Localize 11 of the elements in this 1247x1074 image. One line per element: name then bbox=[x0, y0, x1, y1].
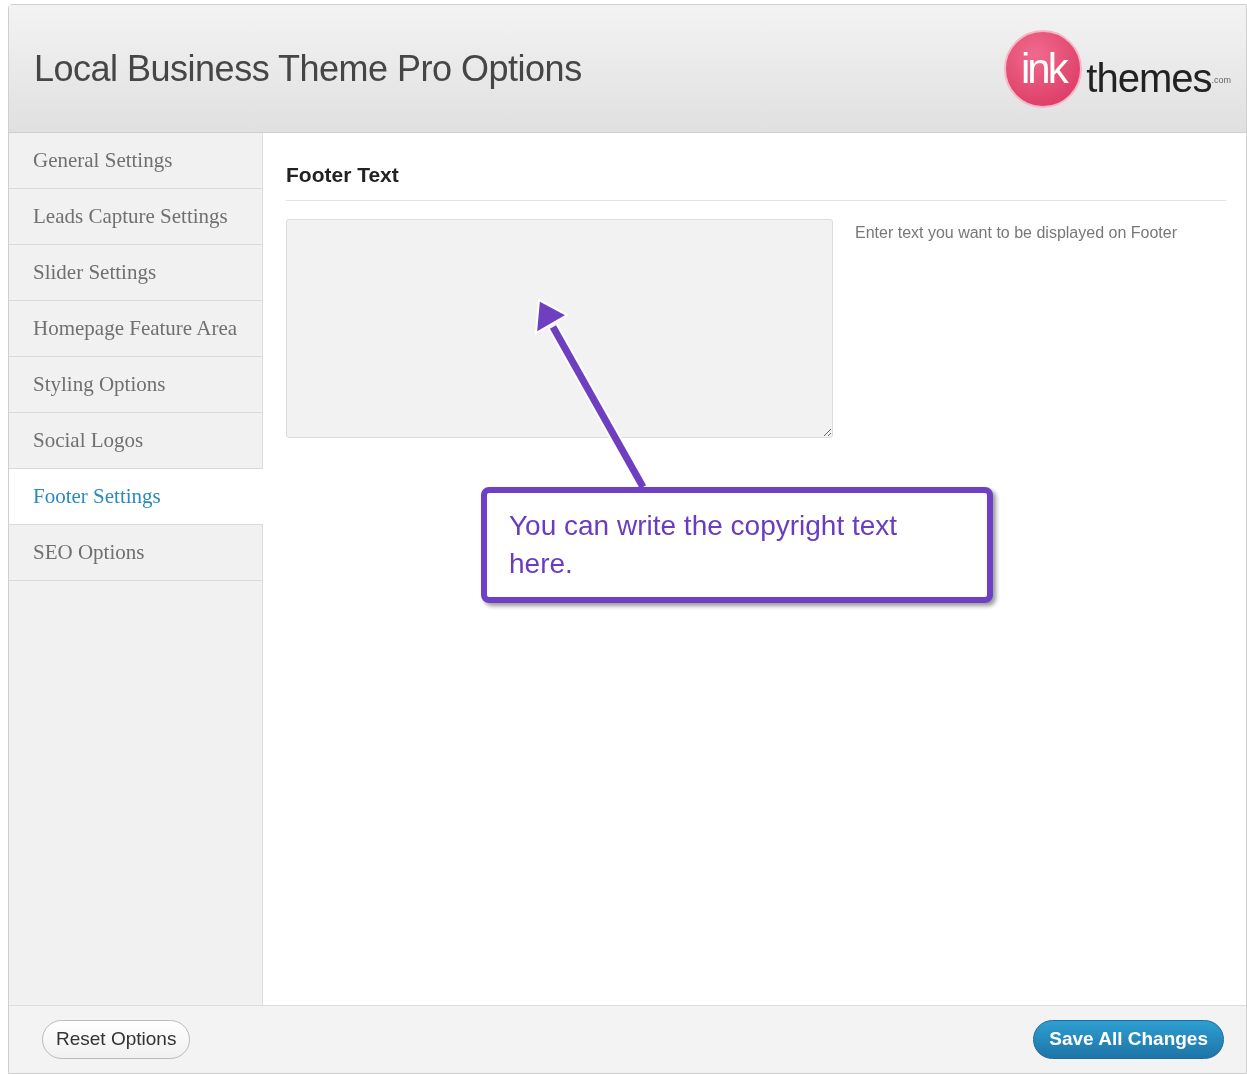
logo-badge: ink bbox=[1004, 29, 1083, 108]
logo-wordmark: themes bbox=[1086, 54, 1212, 102]
sidebar-item[interactable]: Footer Settings bbox=[9, 469, 263, 525]
page-title: Local Business Theme Pro Options bbox=[34, 46, 582, 91]
help-text: Enter text you want to be displayed on Footer bbox=[855, 222, 1177, 243]
footer-text-field[interactable] bbox=[286, 218, 833, 438]
save-all-changes-button[interactable]: Save All Changes bbox=[1033, 1020, 1224, 1059]
reset-options-button[interactable]: Reset Options bbox=[42, 1020, 191, 1059]
section-heading: Footer Text bbox=[286, 159, 1226, 201]
callout-text: You can write the copyright text here. bbox=[509, 509, 899, 581]
logo-suffix: .com bbox=[1211, 75, 1231, 85]
